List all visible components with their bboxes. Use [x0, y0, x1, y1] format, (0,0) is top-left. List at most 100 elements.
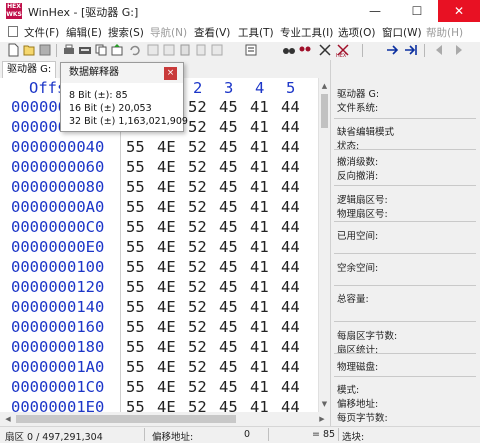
- hex-byte[interactable]: 55: [126, 178, 145, 196]
- hex-row[interactable]: 0000000040 55 4E 52 45 41 44: [0, 138, 318, 158]
- hex-byte[interactable]: 52: [188, 298, 207, 316]
- scroll-right-icon[interactable]: ▶: [316, 413, 328, 425]
- minimize-button[interactable]: —: [354, 0, 396, 22]
- hex-byte[interactable]: 52: [188, 118, 207, 136]
- scroll-left-icon[interactable]: ◀: [2, 413, 14, 425]
- paste-icon[interactable]: [178, 43, 192, 57]
- data-interpreter-close-button[interactable]: ×: [164, 67, 177, 80]
- menu-help[interactable]: 帮助(H): [426, 25, 463, 40]
- hex-byte[interactable]: 41: [250, 378, 269, 396]
- hex-byte[interactable]: 45: [219, 118, 238, 136]
- replace-icon[interactable]: [318, 43, 332, 57]
- hex-byte[interactable]: 4E: [157, 238, 176, 256]
- hex-byte[interactable]: 4E: [157, 198, 176, 216]
- hex-byte[interactable]: 45: [219, 238, 238, 256]
- hex-byte[interactable]: 44: [281, 278, 300, 296]
- goto-back-icon[interactable]: [432, 43, 446, 57]
- hex-byte[interactable]: 41: [250, 318, 269, 336]
- hex-byte[interactable]: 44: [281, 178, 300, 196]
- hex-byte[interactable]: 52: [188, 258, 207, 276]
- hex-byte[interactable]: 41: [250, 118, 269, 136]
- scroll-thumb[interactable]: [321, 94, 328, 128]
- hex-byte[interactable]: 4E: [157, 318, 176, 336]
- hex-byte[interactable]: 45: [219, 318, 238, 336]
- hex-byte[interactable]: 41: [250, 338, 269, 356]
- hex-byte[interactable]: 55: [126, 198, 145, 216]
- hex-byte[interactable]: 44: [281, 258, 300, 276]
- goto-forward-icon[interactable]: [452, 43, 466, 57]
- hex-byte[interactable]: 44: [281, 118, 300, 136]
- hex-byte[interactable]: 44: [281, 218, 300, 236]
- hex-byte[interactable]: 55: [126, 278, 145, 296]
- hex-byte[interactable]: 45: [219, 258, 238, 276]
- hex-byte[interactable]: 44: [281, 158, 300, 176]
- hex-byte[interactable]: 55: [126, 378, 145, 396]
- hex-row[interactable]: 0000000120 55 4E 52 45 41 44: [0, 278, 318, 298]
- hex-byte[interactable]: 4E: [157, 178, 176, 196]
- hex-byte[interactable]: 52: [188, 358, 207, 376]
- hex-byte[interactable]: 4E: [157, 138, 176, 156]
- hex-row[interactable]: 00000000E0 55 4E 52 45 41 44: [0, 238, 318, 258]
- hex-row[interactable]: 00000000C0 55 4E 52 45 41 44: [0, 218, 318, 238]
- menu-options[interactable]: 选项(O): [338, 25, 375, 40]
- tab-drive-g[interactable]: 驱动器 G:: [2, 61, 56, 78]
- scroll-up-icon[interactable]: ▲: [320, 80, 329, 92]
- hex-byte[interactable]: 55: [126, 158, 145, 176]
- hex-byte[interactable]: 52: [188, 338, 207, 356]
- hex-byte[interactable]: 4E: [157, 378, 176, 396]
- hex-byte[interactable]: 44: [281, 338, 300, 356]
- hex-byte[interactable]: 52: [188, 98, 207, 116]
- hex-byte[interactable]: 45: [219, 218, 238, 236]
- hex-byte[interactable]: 55: [126, 318, 145, 336]
- hex-byte[interactable]: 52: [188, 318, 207, 336]
- maximize-button[interactable]: ☐: [396, 0, 438, 22]
- hex-byte[interactable]: 52: [188, 178, 207, 196]
- hex-byte[interactable]: 45: [219, 338, 238, 356]
- hex-byte[interactable]: 45: [219, 138, 238, 156]
- hex-byte[interactable]: 52: [188, 218, 207, 236]
- print-icon[interactable]: [62, 43, 76, 57]
- hex-byte[interactable]: 44: [281, 358, 300, 376]
- hex-byte[interactable]: 44: [281, 318, 300, 336]
- menu-tools[interactable]: 工具(T): [238, 25, 274, 40]
- hex-byte[interactable]: 41: [250, 158, 269, 176]
- hex-row[interactable]: 00000001C0 55 4E 52 45 41 44: [0, 378, 318, 398]
- menu-pro-tools[interactable]: 专业工具(I): [280, 25, 333, 40]
- hex-byte[interactable]: 55: [126, 258, 145, 276]
- find-hex-icon[interactable]: [298, 43, 312, 57]
- binary-icon[interactable]: [210, 43, 224, 57]
- hex-byte[interactable]: 52: [188, 158, 207, 176]
- goto-offset-icon[interactable]: [386, 43, 400, 57]
- redo-icon[interactable]: [146, 43, 160, 57]
- hex-byte[interactable]: 52: [188, 378, 207, 396]
- hex-byte[interactable]: 44: [281, 98, 300, 116]
- menu-navigation[interactable]: 导航(N): [150, 25, 187, 40]
- hex-row[interactable]: 00000000A0 55 4E 52 45 41 44: [0, 198, 318, 218]
- clipboard-icon[interactable]: [194, 43, 208, 57]
- hex-byte[interactable]: 41: [250, 138, 269, 156]
- hex-byte[interactable]: 41: [250, 218, 269, 236]
- new-file-icon[interactable]: [6, 43, 20, 57]
- goto-sector-icon[interactable]: [244, 43, 258, 57]
- undo-icon[interactable]: [128, 43, 142, 57]
- hex-byte[interactable]: 45: [219, 158, 238, 176]
- scroll-down-icon[interactable]: ▼: [320, 398, 329, 410]
- hex-byte[interactable]: 41: [250, 178, 269, 196]
- hex-byte[interactable]: 44: [281, 378, 300, 396]
- hex-byte[interactable]: 52: [188, 238, 207, 256]
- horizontal-scroll-thumb[interactable]: [16, 415, 236, 423]
- hex-byte[interactable]: 4E: [157, 358, 176, 376]
- hex-byte[interactable]: 45: [219, 98, 238, 116]
- hex-byte[interactable]: 55: [126, 338, 145, 356]
- properties-icon[interactable]: [78, 43, 92, 57]
- hex-byte[interactable]: 55: [126, 238, 145, 256]
- hex-byte[interactable]: 44: [281, 138, 300, 156]
- hex-byte[interactable]: 4E: [157, 258, 176, 276]
- hex-byte[interactable]: 45: [219, 298, 238, 316]
- hex-row[interactable]: 0000000080 55 4E 52 45 41 44: [0, 178, 318, 198]
- hex-byte[interactable]: 45: [219, 358, 238, 376]
- data-interpreter-window[interactable]: 数据解释器 × 8 Bit (±): 85 16 Bit (±) 20,053 …: [60, 62, 188, 132]
- save-icon[interactable]: [38, 43, 52, 57]
- hex-byte[interactable]: 52: [188, 138, 207, 156]
- cut-icon[interactable]: [162, 43, 176, 57]
